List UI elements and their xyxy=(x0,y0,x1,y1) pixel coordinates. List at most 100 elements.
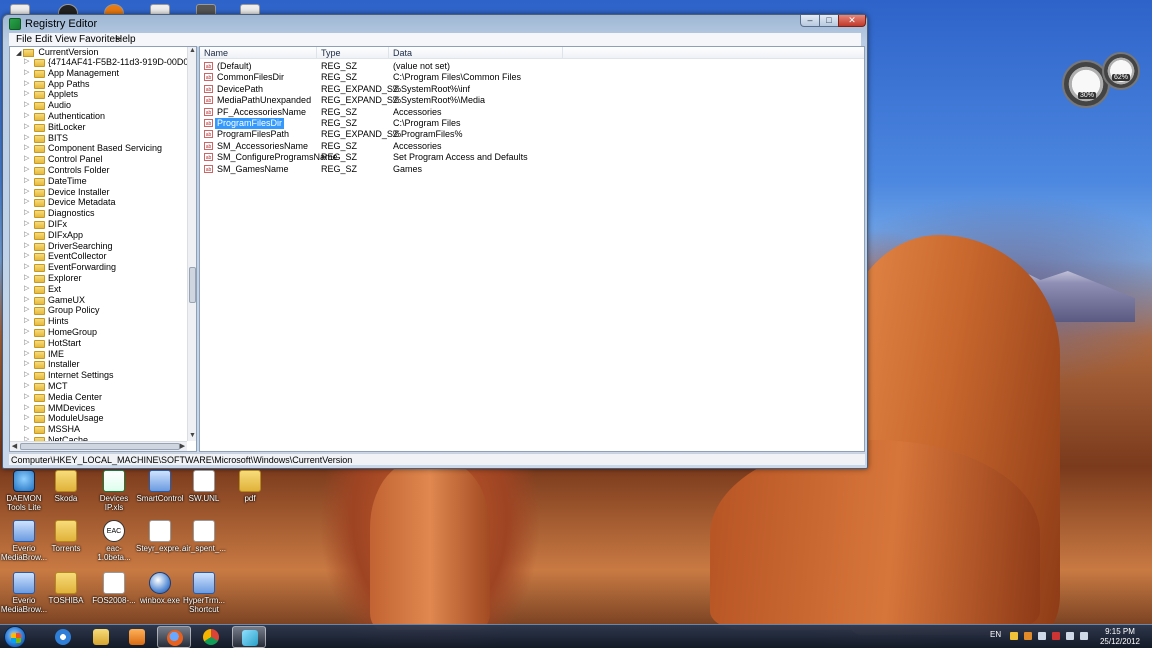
taskbar-firefox[interactable] xyxy=(157,626,191,648)
desktop-icon[interactable]: winbox.exe xyxy=(136,572,184,605)
minimize-button[interactable]: – xyxy=(800,15,820,27)
expand-icon[interactable]: ▷ xyxy=(24,349,32,360)
expand-icon[interactable]: ▷ xyxy=(24,392,32,403)
value-row[interactable]: ab CommonFilesDir REG_SZ C:\Program Files\C… xyxy=(200,72,864,83)
expand-icon[interactable]: ▷ xyxy=(24,100,32,111)
tree-item[interactable]: ▷ Audio xyxy=(10,100,186,111)
tree-item[interactable]: ▷ App Management xyxy=(10,68,186,79)
expand-icon[interactable]: ▷ xyxy=(24,176,32,187)
tree-item[interactable]: ▷ Applets xyxy=(10,89,186,100)
tree-item[interactable]: ▷ Control Panel xyxy=(10,154,186,165)
tree-item[interactable]: ▷ Diagnostics xyxy=(10,208,186,219)
desktop-icon[interactable]: SmartControl xyxy=(136,470,184,503)
value-row[interactable]: ab PF_AccessoriesName REG_SZ Accessories xyxy=(200,107,864,118)
column-header-type[interactable]: Type xyxy=(317,47,389,59)
desktop-icon[interactable]: Torrents xyxy=(42,520,90,553)
expand-icon[interactable]: ▷ xyxy=(24,424,32,435)
tree-item[interactable]: ▷ BitLocker xyxy=(10,122,186,133)
tree-item[interactable]: ▷ Component Based Servicing xyxy=(10,143,186,154)
value-row[interactable]: ab SM_AccessoriesName REG_SZ Accessories xyxy=(200,141,864,152)
desktop-icon[interactable]: Everio MediaBrow... xyxy=(0,520,48,562)
expand-icon[interactable]: ▷ xyxy=(24,111,32,122)
desktop-icon[interactable]: HyperTrm... Shortcut xyxy=(180,572,228,614)
scroll-right-icon[interactable]: ▶ xyxy=(178,442,187,451)
tree-horizontal-scrollbar[interactable]: ◀ ▶ xyxy=(10,441,187,451)
tree-item[interactable]: ▷ Internet Settings xyxy=(10,370,186,381)
expand-icon[interactable]: ▷ xyxy=(24,143,32,154)
tree-item[interactable]: ▷ IME xyxy=(10,349,186,360)
expand-icon[interactable]: ▷ xyxy=(24,219,32,230)
collapse-icon[interactable]: ◢ xyxy=(16,50,21,57)
key-tree[interactable]: ◢ CurrentVersion ▷ {4714AF41-F5B2-11d3-919… xyxy=(9,46,197,452)
expand-icon[interactable]: ▷ xyxy=(24,165,32,176)
tree-item[interactable]: ▷ DriverSearching xyxy=(10,241,186,252)
expand-icon[interactable]: ▷ xyxy=(24,89,32,100)
expand-icon[interactable]: ▷ xyxy=(24,359,32,370)
desktop-icon[interactable]: Skoda xyxy=(42,470,90,503)
maximize-button[interactable]: □ xyxy=(819,15,839,27)
tree-item[interactable]: ▷ HomeGroup xyxy=(10,327,186,338)
expand-icon[interactable]: ▷ xyxy=(24,241,32,252)
expand-icon[interactable]: ▷ xyxy=(24,68,32,79)
values-list[interactable]: Name Type Data ab (Default) REG_SZ (value n… xyxy=(199,46,865,452)
tray-app-icon[interactable] xyxy=(1024,632,1032,640)
tree-item[interactable]: ▷ DateTime xyxy=(10,176,186,187)
desktop-icon[interactable]: air_spent_... xyxy=(180,520,228,553)
expand-icon[interactable]: ▷ xyxy=(24,262,32,273)
tree-item[interactable]: ▷ ModuleUsage xyxy=(10,413,186,424)
expand-icon[interactable]: ▷ xyxy=(24,338,32,349)
taskbar-registry-editor[interactable] xyxy=(232,626,266,648)
taskbar-chrome[interactable] xyxy=(194,626,228,648)
tray-app-icon[interactable] xyxy=(1038,632,1046,640)
tree-item[interactable]: ▷ Group Policy xyxy=(10,305,186,316)
taskbar-internet-explorer[interactable] xyxy=(46,626,80,648)
tree-item[interactable]: ▷ App Paths xyxy=(10,79,186,90)
tree-vertical-scrollbar[interactable]: ▲ ▼ xyxy=(187,47,196,441)
expand-icon[interactable]: ▷ xyxy=(24,327,32,338)
taskbar-file-explorer[interactable] xyxy=(84,626,118,648)
expand-icon[interactable]: ▷ xyxy=(24,381,32,392)
tree-item[interactable]: ▷ Ext xyxy=(10,284,186,295)
expand-icon[interactable]: ▷ xyxy=(24,305,32,316)
expand-icon[interactable]: ▷ xyxy=(24,230,32,241)
expand-icon[interactable]: ▷ xyxy=(24,208,32,219)
menu-file[interactable]: File xyxy=(16,34,32,45)
clock[interactable]: 9:15 PM 25/12/2012 xyxy=(1095,627,1145,647)
title-bar[interactable]: Registry Editor – □ ✕ xyxy=(3,15,867,33)
desktop-icon[interactable]: DAEMON Tools Lite xyxy=(0,470,48,512)
expand-icon[interactable]: ▷ xyxy=(24,197,32,208)
desktop-icon[interactable]: TOSHIBA xyxy=(42,572,90,605)
volume-icon[interactable] xyxy=(1080,632,1088,640)
expand-icon[interactable]: ▷ xyxy=(24,370,32,381)
tree-item[interactable]: ▷ Controls Folder xyxy=(10,165,186,176)
tree-item[interactable]: ▷ Authentication xyxy=(10,111,186,122)
tree-item[interactable]: ▷ GameUX xyxy=(10,295,186,306)
column-header-data[interactable]: Data xyxy=(389,47,563,59)
column-header-name[interactable]: Name xyxy=(200,47,317,59)
scroll-up-icon[interactable]: ▲ xyxy=(188,47,196,56)
desktop-icon[interactable]: pdf xyxy=(226,470,274,503)
tree-item[interactable]: ▷ MCT xyxy=(10,381,186,392)
expand-icon[interactable]: ▷ xyxy=(24,122,32,133)
value-row[interactable]: ab (Default) REG_SZ (value not set) xyxy=(200,61,864,72)
expand-icon[interactable]: ▷ xyxy=(24,251,32,262)
tree-item[interactable]: ▷ Explorer xyxy=(10,273,186,284)
tree-item[interactable]: ▷ DIFxApp xyxy=(10,230,186,241)
tree-item[interactable]: ▷ Installer xyxy=(10,359,186,370)
scroll-thumb-horizontal[interactable] xyxy=(20,443,180,450)
tree-item[interactable]: ▷ EventForwarding xyxy=(10,262,186,273)
desktop-icon[interactable]: FOS2008-... xyxy=(90,572,138,605)
expand-icon[interactable]: ▷ xyxy=(24,403,32,414)
taskbar-media-player[interactable] xyxy=(120,626,154,648)
value-row[interactable]: ab SM_ConfigureProgramsName REG_SZ Set Prog… xyxy=(200,152,864,163)
scroll-thumb[interactable] xyxy=(189,267,196,303)
network-icon[interactable] xyxy=(1066,632,1074,640)
action-center-icon[interactable] xyxy=(1052,632,1060,640)
value-row[interactable]: ab SM_GamesName REG_SZ Games xyxy=(200,164,864,175)
tree-item[interactable]: ▷ EventCollector xyxy=(10,251,186,262)
tree-item[interactable]: ▷ DIFx xyxy=(10,219,186,230)
expand-icon[interactable]: ▷ xyxy=(24,187,32,198)
expand-icon[interactable]: ▷ xyxy=(24,316,32,327)
expand-icon[interactable]: ▷ xyxy=(24,273,32,284)
menu-view[interactable]: View xyxy=(55,34,77,45)
